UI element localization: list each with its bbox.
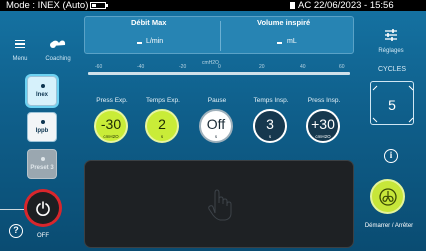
coaching-icon [50, 40, 66, 48]
power-label: OFF [37, 233, 49, 239]
gauge-bar [88, 72, 350, 75]
gauge-tick: -40 [137, 64, 145, 70]
cycles-label: CYCLES [377, 66, 406, 73]
param-press-exp[interactable]: Press Exp. -30 cmH2O [89, 97, 135, 155]
hamburger-icon [15, 40, 25, 48]
mode-label: Preset 3 [30, 165, 54, 171]
mode-label: Ippb [35, 128, 49, 134]
param-value: +30 [311, 116, 335, 132]
param-dial[interactable]: 2 s [145, 109, 179, 143]
mode-inex-button[interactable]: Inex [27, 76, 57, 106]
coaching-label: Coaching [45, 56, 71, 62]
menu-button[interactable]: Menu [0, 22, 40, 66]
param-temps-exp[interactable]: Temps Exp. 2 s [140, 97, 186, 155]
coaching-button[interactable]: Coaching [38, 22, 78, 66]
volume-unit: mL [287, 38, 297, 45]
param-unit: cmH2O [103, 134, 119, 139]
mode-label: Inex [35, 92, 48, 98]
battery-icon [90, 2, 108, 9]
settings-button[interactable]: Réglages [368, 22, 414, 58]
param-temps-insp[interactable]: Temps Insp. 3 s [248, 97, 294, 155]
param-dial[interactable]: Off s [199, 109, 233, 143]
pressure-gauge: cmH2O -60 -40 -20 0 20 40 60 [84, 60, 354, 82]
measurement-panel: Débit Max L/min Volume inspiré mL [84, 16, 354, 54]
flow-title: Débit Max [131, 18, 167, 27]
info-icon: i [389, 150, 393, 160]
param-unit: s [214, 134, 218, 139]
gauge-unit: cmH2O [202, 60, 219, 66]
gauge-tick: 0 [218, 64, 221, 70]
divider [220, 21, 221, 51]
info-button[interactable]: i [384, 149, 398, 163]
volume-value-dash [277, 42, 282, 44]
flow-unit: L/min [146, 38, 164, 45]
param-value: 3 [266, 116, 274, 132]
start-stop-label: Démarrer / Arrêter [364, 223, 414, 229]
settings-label: Réglages [378, 48, 404, 54]
param-value: -30 [100, 116, 122, 132]
cycles-counter[interactable]: 5 [370, 81, 414, 125]
param-label: Press Insp. [307, 97, 341, 104]
param-label: Pause [207, 97, 227, 104]
ac-plug-icon [290, 2, 295, 9]
power-button[interactable] [24, 189, 62, 227]
status-bar: Mode : INEX (Auto) AC 22/06/2023 - 15:56 [0, 0, 426, 11]
param-label: Temps Exp. [146, 97, 180, 104]
param-unit: cmH2O [315, 134, 331, 139]
start-stop-button[interactable] [370, 179, 405, 214]
gauge-tick: 60 [339, 64, 345, 70]
param-press-insp[interactable]: Press Insp. +30 cmH2O [301, 97, 347, 155]
ventilator-screen: Mode : INEX (Auto) AC 22/06/2023 - 15:56… [0, 0, 426, 251]
leader-line [0, 209, 24, 210]
mode-indicator-dot [41, 157, 45, 161]
param-unit: s [160, 134, 164, 139]
mode-indicator-dot [41, 120, 45, 124]
gauge-tick: 20 [259, 64, 265, 70]
power-icon [36, 201, 50, 216]
gauge-tick: -60 [95, 64, 103, 70]
mode-status: Mode : INEX (Auto) [6, 0, 89, 11]
gauge-tick: -20 [179, 64, 187, 70]
menu-label: Menu [12, 56, 28, 62]
mode-indicator-dot [41, 84, 45, 88]
hand-touch-icon [208, 189, 232, 221]
param-value: Off [206, 116, 226, 132]
param-value: 2 [158, 116, 166, 132]
gauge-tick: 40 [300, 64, 306, 70]
mode-ippb-button[interactable]: Ippb [27, 112, 57, 142]
volume-title: Volume inspiré [257, 18, 311, 27]
touch-panel[interactable] [84, 160, 354, 248]
flow-value-dash [137, 42, 142, 44]
question-icon: ? [13, 225, 19, 235]
param-dial[interactable]: +30 cmH2O [306, 109, 340, 143]
param-dial[interactable]: 3 s [253, 109, 287, 143]
help-button[interactable]: ? [9, 224, 23, 238]
lungs-icon [379, 188, 397, 206]
param-dial[interactable]: -30 cmH2O [94, 109, 128, 143]
cycles-value: 5 [388, 97, 396, 113]
sliders-icon [385, 29, 397, 41]
power-source: AC [298, 0, 312, 11]
param-unit: s [268, 134, 272, 139]
mode-preset3-button[interactable]: Preset 3 [27, 149, 57, 179]
datetime: AC 22/06/2023 - 15:56 [298, 0, 394, 11]
param-pause[interactable]: Pause Off s [194, 97, 240, 155]
date-time-text: 22/06/2023 - 15:56 [313, 0, 394, 11]
